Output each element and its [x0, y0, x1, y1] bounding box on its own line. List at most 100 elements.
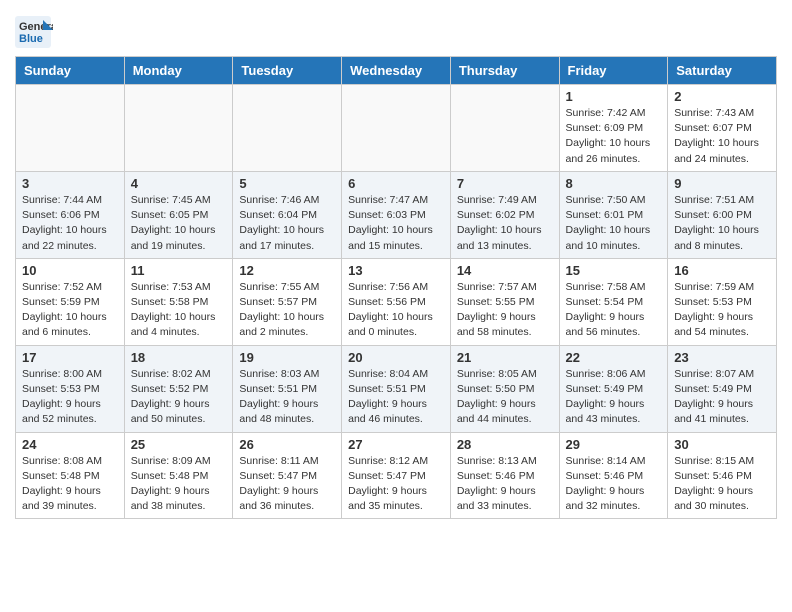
- day-number: 28: [457, 437, 553, 452]
- day-number: 9: [674, 176, 770, 191]
- calendar-cell: 3 Sunrise: 7:44 AM Sunset: 6:06 PM Daylig…: [16, 171, 125, 258]
- day-info: Sunrise: 7:46 AM Sunset: 6:04 PM Dayligh…: [239, 193, 335, 254]
- calendar-cell: 5 Sunrise: 7:46 AM Sunset: 6:04 PM Daylig…: [233, 171, 342, 258]
- svg-text:Blue: Blue: [19, 33, 43, 45]
- day-number: 27: [348, 437, 444, 452]
- col-header-sunday: Sunday: [16, 57, 125, 85]
- day-info: Sunrise: 8:02 AM Sunset: 5:52 PM Dayligh…: [131, 367, 227, 428]
- day-info: Sunrise: 7:57 AM Sunset: 5:55 PM Dayligh…: [457, 280, 553, 341]
- calendar-cell: 21 Sunrise: 8:05 AM Sunset: 5:50 PM Dayli…: [450, 345, 559, 432]
- calendar-table: SundayMondayTuesdayWednesdayThursdayFrid…: [15, 56, 777, 519]
- day-info: Sunrise: 7:56 AM Sunset: 5:56 PM Dayligh…: [348, 280, 444, 341]
- day-info: Sunrise: 7:50 AM Sunset: 6:01 PM Dayligh…: [566, 193, 662, 254]
- calendar-header-row: SundayMondayTuesdayWednesdayThursdayFrid…: [16, 57, 777, 85]
- calendar-cell: 19 Sunrise: 8:03 AM Sunset: 5:51 PM Dayli…: [233, 345, 342, 432]
- calendar-cell: 20 Sunrise: 8:04 AM Sunset: 5:51 PM Dayli…: [342, 345, 451, 432]
- calendar-cell: 26Sunrise: 8:11 AM Sunset: 5:47 PM Dayli…: [233, 432, 342, 519]
- day-info: Sunrise: 7:43 AM Sunset: 6:07 PM Dayligh…: [674, 106, 770, 167]
- day-info: Sunrise: 8:08 AM Sunset: 5:48 PM Dayligh…: [22, 454, 118, 515]
- day-number: 4: [131, 176, 227, 191]
- calendar-cell: [233, 85, 342, 172]
- calendar-cell: 14 Sunrise: 7:57 AM Sunset: 5:55 PM Dayli…: [450, 258, 559, 345]
- calendar-cell: [342, 85, 451, 172]
- calendar-cell: 12Sunrise: 7:55 AM Sunset: 5:57 PM Dayli…: [233, 258, 342, 345]
- calendar-cell: [124, 85, 233, 172]
- day-number: 23: [674, 350, 770, 365]
- day-info: Sunrise: 8:03 AM Sunset: 5:51 PM Dayligh…: [239, 367, 335, 428]
- day-number: 25: [131, 437, 227, 452]
- calendar-cell: 25 Sunrise: 8:09 AM Sunset: 5:48 PM Dayli…: [124, 432, 233, 519]
- col-header-friday: Friday: [559, 57, 668, 85]
- calendar-cell: 7Sunrise: 7:49 AM Sunset: 6:02 PM Daylig…: [450, 171, 559, 258]
- calendar-cell: 13 Sunrise: 7:56 AM Sunset: 5:56 PM Dayli…: [342, 258, 451, 345]
- day-number: 26: [239, 437, 335, 452]
- day-info: Sunrise: 8:06 AM Sunset: 5:49 PM Dayligh…: [566, 367, 662, 428]
- day-number: 16: [674, 263, 770, 278]
- day-number: 22: [566, 350, 662, 365]
- day-info: Sunrise: 8:07 AM Sunset: 5:49 PM Dayligh…: [674, 367, 770, 428]
- calendar-cell: 15Sunrise: 7:58 AM Sunset: 5:54 PM Dayli…: [559, 258, 668, 345]
- calendar-cell: 29 Sunrise: 8:14 AM Sunset: 5:46 PM Dayli…: [559, 432, 668, 519]
- day-number: 30: [674, 437, 770, 452]
- calendar-cell: 11 Sunrise: 7:53 AM Sunset: 5:58 PM Dayli…: [124, 258, 233, 345]
- calendar-week-1: 1Sunrise: 7:42 AM Sunset: 6:09 PM Daylig…: [16, 85, 777, 172]
- day-number: 11: [131, 263, 227, 278]
- calendar-week-4: 17 Sunrise: 8:00 AM Sunset: 5:53 PM Dayli…: [16, 345, 777, 432]
- day-number: 24: [22, 437, 118, 452]
- day-info: Sunrise: 7:47 AM Sunset: 6:03 PM Dayligh…: [348, 193, 444, 254]
- day-info: Sunrise: 8:09 AM Sunset: 5:48 PM Dayligh…: [131, 454, 227, 515]
- calendar-week-2: 3 Sunrise: 7:44 AM Sunset: 6:06 PM Daylig…: [16, 171, 777, 258]
- day-info: Sunrise: 7:58 AM Sunset: 5:54 PM Dayligh…: [566, 280, 662, 341]
- day-number: 2: [674, 89, 770, 104]
- calendar-cell: 18 Sunrise: 8:02 AM Sunset: 5:52 PM Dayli…: [124, 345, 233, 432]
- col-header-tuesday: Tuesday: [233, 57, 342, 85]
- calendar-cell: 23 Sunrise: 8:07 AM Sunset: 5:49 PM Dayli…: [668, 345, 777, 432]
- day-info: Sunrise: 7:59 AM Sunset: 5:53 PM Dayligh…: [674, 280, 770, 341]
- day-info: Sunrise: 8:15 AM Sunset: 5:46 PM Dayligh…: [674, 454, 770, 515]
- day-info: Sunrise: 7:53 AM Sunset: 5:58 PM Dayligh…: [131, 280, 227, 341]
- day-number: 7: [457, 176, 553, 191]
- calendar-cell: 30 Sunrise: 8:15 AM Sunset: 5:46 PM Dayli…: [668, 432, 777, 519]
- calendar-cell: [450, 85, 559, 172]
- day-number: 29: [566, 437, 662, 452]
- day-info: Sunrise: 8:00 AM Sunset: 5:53 PM Dayligh…: [22, 367, 118, 428]
- day-info: Sunrise: 8:05 AM Sunset: 5:50 PM Dayligh…: [457, 367, 553, 428]
- calendar-cell: 8 Sunrise: 7:50 AM Sunset: 6:01 PM Daylig…: [559, 171, 668, 258]
- day-number: 10: [22, 263, 118, 278]
- calendar-cell: 28 Sunrise: 8:13 AM Sunset: 5:46 PM Dayli…: [450, 432, 559, 519]
- calendar-cell: 1Sunrise: 7:42 AM Sunset: 6:09 PM Daylig…: [559, 85, 668, 172]
- day-number: 8: [566, 176, 662, 191]
- day-number: 3: [22, 176, 118, 191]
- calendar-week-3: 10Sunrise: 7:52 AM Sunset: 5:59 PM Dayli…: [16, 258, 777, 345]
- calendar-cell: 27 Sunrise: 8:12 AM Sunset: 5:47 PM Dayli…: [342, 432, 451, 519]
- day-info: Sunrise: 8:14 AM Sunset: 5:46 PM Dayligh…: [566, 454, 662, 515]
- day-info: Sunrise: 8:13 AM Sunset: 5:46 PM Dayligh…: [457, 454, 553, 515]
- day-info: Sunrise: 8:04 AM Sunset: 5:51 PM Dayligh…: [348, 367, 444, 428]
- col-header-saturday: Saturday: [668, 57, 777, 85]
- day-number: 17: [22, 350, 118, 365]
- day-number: 21: [457, 350, 553, 365]
- logo: General Blue: [15, 16, 53, 48]
- logo-icon: General Blue: [15, 16, 53, 48]
- day-info: Sunrise: 7:44 AM Sunset: 6:06 PM Dayligh…: [22, 193, 118, 254]
- day-number: 18: [131, 350, 227, 365]
- calendar-cell: 17 Sunrise: 8:00 AM Sunset: 5:53 PM Dayli…: [16, 345, 125, 432]
- day-info: Sunrise: 7:51 AM Sunset: 6:00 PM Dayligh…: [674, 193, 770, 254]
- day-number: 13: [348, 263, 444, 278]
- calendar-cell: [16, 85, 125, 172]
- day-info: Sunrise: 8:12 AM Sunset: 5:47 PM Dayligh…: [348, 454, 444, 515]
- calendar-cell: 4 Sunrise: 7:45 AM Sunset: 6:05 PM Daylig…: [124, 171, 233, 258]
- col-header-monday: Monday: [124, 57, 233, 85]
- day-number: 14: [457, 263, 553, 278]
- day-info: Sunrise: 7:45 AM Sunset: 6:05 PM Dayligh…: [131, 193, 227, 254]
- calendar-cell: 2 Sunrise: 7:43 AM Sunset: 6:07 PM Daylig…: [668, 85, 777, 172]
- day-number: 1: [566, 89, 662, 104]
- calendar-cell: 9 Sunrise: 7:51 AM Sunset: 6:00 PM Daylig…: [668, 171, 777, 258]
- day-number: 5: [239, 176, 335, 191]
- day-number: 12: [239, 263, 335, 278]
- day-number: 19: [239, 350, 335, 365]
- calendar-cell: 10Sunrise: 7:52 AM Sunset: 5:59 PM Dayli…: [16, 258, 125, 345]
- day-number: 20: [348, 350, 444, 365]
- col-header-thursday: Thursday: [450, 57, 559, 85]
- day-number: 6: [348, 176, 444, 191]
